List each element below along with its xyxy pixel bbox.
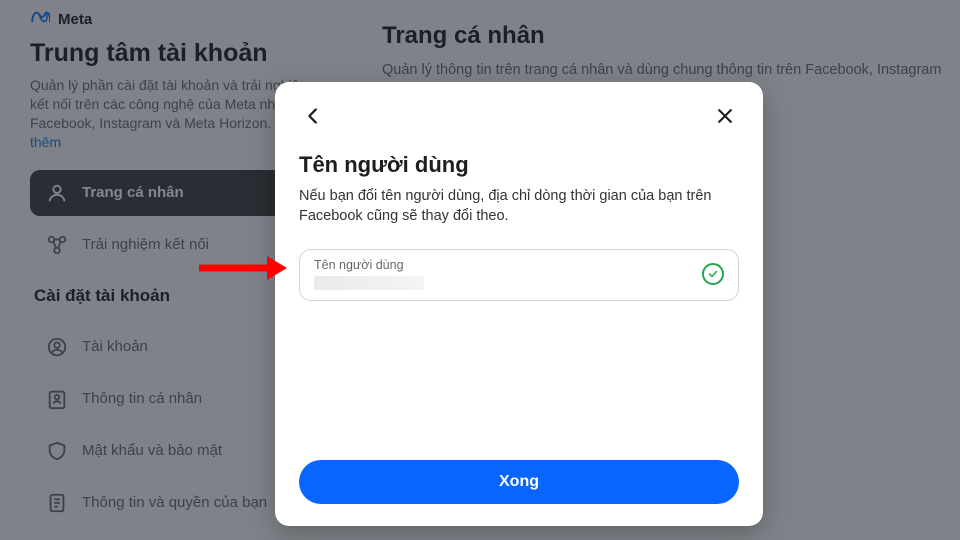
username-field-value-redacted xyxy=(314,276,424,290)
done-button[interactable]: Xong xyxy=(299,460,739,504)
valid-check-icon xyxy=(702,263,724,285)
username-field[interactable]: Tên người dùng xyxy=(299,249,739,301)
close-icon xyxy=(715,106,735,131)
modal-header xyxy=(299,104,739,132)
modal-title: Tên người dùng xyxy=(299,152,739,178)
back-button[interactable] xyxy=(299,104,327,132)
modal-description: Nếu bạn đổi tên người dùng, địa chỉ dòng… xyxy=(299,186,739,227)
username-field-label: Tên người dùng xyxy=(314,258,692,272)
chevron-left-icon xyxy=(302,105,324,132)
close-button[interactable] xyxy=(711,104,739,132)
username-modal: Tên người dùng Nếu bạn đổi tên người dùn… xyxy=(275,82,763,526)
